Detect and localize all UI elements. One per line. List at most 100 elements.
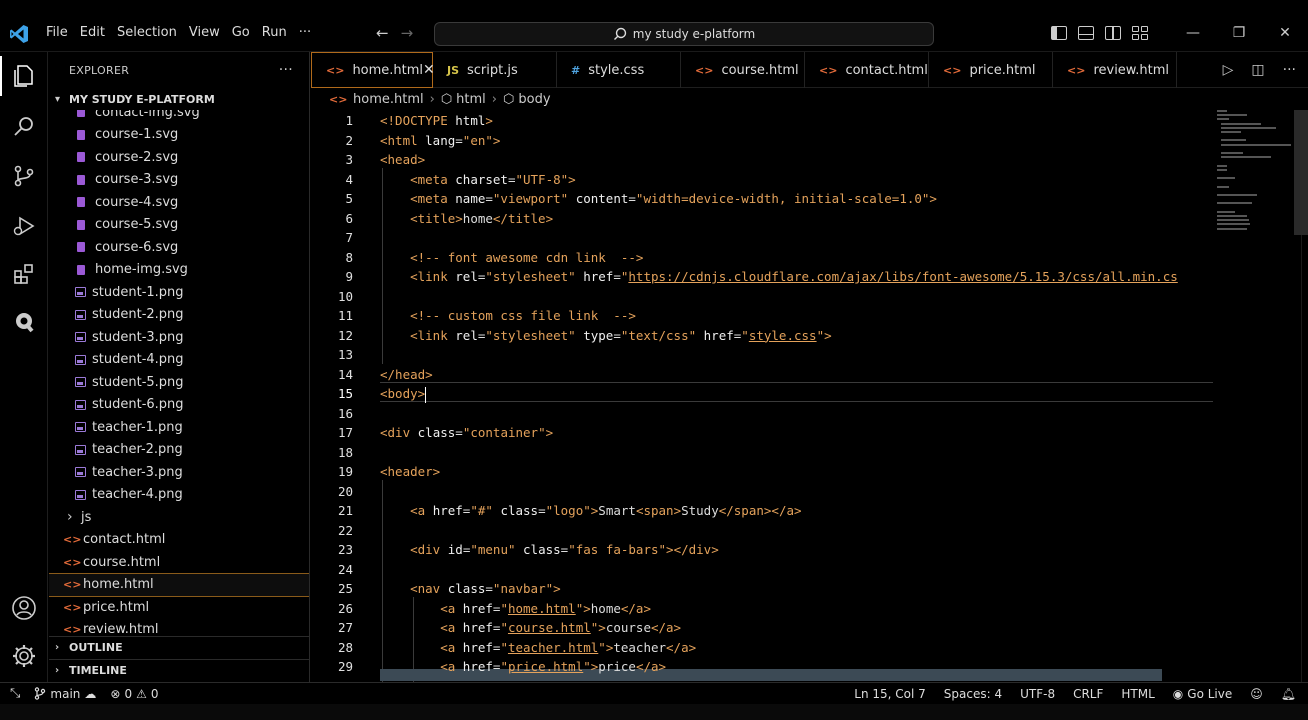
file-item[interactable]: teacher-3.png xyxy=(49,461,309,484)
folder-item[interactable]: › js xyxy=(49,506,309,529)
code-line[interactable]: 12 <link rel="stylesheet" type="text/css… xyxy=(311,326,1211,346)
code-line[interactable]: 15 <body> xyxy=(311,384,1211,404)
language-mode[interactable]: HTML xyxy=(1121,687,1154,701)
minimize-button[interactable]: — xyxy=(1170,18,1216,48)
command-center-search[interactable]: my study e-platform xyxy=(434,22,934,46)
code-line[interactable]: 29 <a href="price.html">price</a> xyxy=(311,657,1211,677)
code-line[interactable]: 23 <div id="menu" class="fas fa-bars"></… xyxy=(311,540,1211,560)
tab-contact-html[interactable]: <> contact.html xyxy=(805,52,929,88)
file-item[interactable]: course-6.svg xyxy=(49,236,309,259)
code-line[interactable]: 18 xyxy=(311,443,1211,463)
run-debug-icon[interactable] xyxy=(0,202,48,250)
run-play-icon[interactable]: ▷ xyxy=(1223,62,1234,78)
code-line[interactable]: 8 <!-- font awesome cdn link --> xyxy=(311,248,1211,268)
code-line[interactable]: 25 <nav class="navbar"> xyxy=(311,579,1211,599)
file-item[interactable]: student-3.png xyxy=(49,326,309,349)
file-item[interactable]: student-5.png xyxy=(49,371,309,394)
tab-script-js[interactable]: JS script.js xyxy=(433,52,557,88)
tab-home-html[interactable]: <> home.html ✕ xyxy=(311,52,435,88)
vertical-scrollbar[interactable] xyxy=(1294,110,1308,235)
settings-gear-icon[interactable] xyxy=(0,632,48,680)
accounts-icon[interactable] xyxy=(0,584,48,632)
breadcrumb-html[interactable]: html xyxy=(456,92,486,107)
menu-item-more[interactable]: ··· xyxy=(297,25,319,40)
code-line[interactable]: 5 <meta name="viewport" content="width=d… xyxy=(311,189,1211,209)
code-line[interactable]: 13 xyxy=(311,345,1211,365)
back-arrow-icon[interactable]: ← xyxy=(376,24,389,42)
file-item[interactable]: home-img.svg xyxy=(49,259,309,282)
file-item[interactable]: <> course.html xyxy=(49,551,309,574)
file-item[interactable]: student-1.png xyxy=(49,281,309,304)
tab-course-html[interactable]: <> course.html xyxy=(681,52,805,88)
outline-section[interactable]: › OUTLINE xyxy=(49,636,309,658)
close-window-button[interactable]: ✕ xyxy=(1262,18,1308,48)
customize-layout-icon[interactable] xyxy=(1132,26,1148,40)
feedback-icon[interactable]: ☺ xyxy=(1250,687,1263,701)
file-item[interactable]: <> home.html xyxy=(49,572,309,597)
project-folder-header[interactable]: ▾ MY STUDY E-PLATFORM xyxy=(49,88,309,110)
tab-review-html[interactable]: <> review.html xyxy=(1053,52,1177,88)
menu-item-go[interactable]: Go xyxy=(230,25,258,40)
file-item[interactable]: student-2.png xyxy=(49,304,309,327)
code-line[interactable]: 16 xyxy=(311,404,1211,424)
code-line[interactable]: 17 <div class="container"> xyxy=(311,423,1211,443)
code-line[interactable]: 27 <a href="course.html">course</a> xyxy=(311,618,1211,638)
file-item[interactable]: teacher-4.png xyxy=(49,484,309,507)
code-line[interactable]: 26 <a href="home.html">home</a> xyxy=(311,599,1211,619)
code-line[interactable]: 2 <html lang="en"> xyxy=(311,131,1211,151)
code-line[interactable]: 20 xyxy=(311,482,1211,502)
code-editor[interactable]: 1 <!DOCTYPE html> 2 <html lang="en"> 3 <head>… xyxy=(311,110,1308,682)
forward-arrow-icon[interactable]: → xyxy=(401,24,414,42)
file-item[interactable]: course-3.svg xyxy=(49,169,309,192)
menu-item-selection[interactable]: Selection xyxy=(115,25,185,40)
code-line[interactable]: 1 <!DOCTYPE html> xyxy=(311,111,1211,131)
more-actions-icon[interactable]: ··· xyxy=(1283,62,1296,78)
remote-icon[interactable]: ⤡ xyxy=(10,686,20,701)
tab-price-html[interactable]: <> price.html xyxy=(929,52,1053,88)
breadcrumb-body[interactable]: body xyxy=(518,92,550,107)
file-item[interactable]: student-4.png xyxy=(49,349,309,372)
explorer-icon[interactable] xyxy=(0,52,48,100)
code-line[interactable]: 24 xyxy=(311,560,1211,580)
toggle-panel-icon[interactable] xyxy=(1078,26,1094,40)
file-item[interactable]: contact-img.svg xyxy=(49,110,309,124)
file-item[interactable]: course-5.svg xyxy=(49,214,309,237)
split-editor-icon[interactable]: ◫ xyxy=(1251,62,1264,78)
code-line[interactable]: 28 <a href="teacher.html">teacher</a> xyxy=(311,638,1211,658)
restore-button[interactable]: ❐ xyxy=(1216,18,1262,48)
toggle-sidebar-icon[interactable] xyxy=(1051,26,1067,40)
file-item[interactable]: student-6.png xyxy=(49,394,309,417)
encoding[interactable]: UTF-8 xyxy=(1020,687,1055,701)
code-line[interactable]: 9 <link rel="stylesheet" href="https://c… xyxy=(311,267,1211,287)
code-line[interactable]: 10 xyxy=(311,287,1211,307)
code-line[interactable]: 7 xyxy=(311,228,1211,248)
code-line[interactable]: 19 <header> xyxy=(311,462,1211,482)
toggle-secondary-sidebar-icon[interactable] xyxy=(1105,26,1121,40)
end-of-line[interactable]: CRLF xyxy=(1073,687,1103,701)
file-item[interactable]: <> price.html xyxy=(49,596,309,619)
timeline-section[interactable]: › TIMELINE xyxy=(49,659,309,681)
code-line[interactable]: 21 <a href="#" class="logo">Smart<span>S… xyxy=(311,501,1211,521)
source-control-icon[interactable] xyxy=(0,152,48,200)
search-sidebar-icon[interactable] xyxy=(0,102,48,150)
notifications-bell-icon[interactable]: 🔔︎ xyxy=(1281,687,1296,701)
cursor-position[interactable]: Ln 15, Col 7 xyxy=(854,687,926,701)
code-line[interactable]: 6 <title>home</title> xyxy=(311,209,1211,229)
menu-item-edit[interactable]: Edit xyxy=(78,25,113,40)
indentation[interactable]: Spaces: 4 xyxy=(944,687,1002,701)
code-line[interactable]: 22 xyxy=(311,521,1211,541)
breadcrumb-file[interactable]: home.html xyxy=(353,92,424,107)
go-live-button[interactable]: ◉ Go Live xyxy=(1173,687,1232,701)
file-item[interactable]: course-1.svg xyxy=(49,124,309,147)
extension-q-icon[interactable] xyxy=(0,298,48,346)
file-item[interactable]: teacher-2.png xyxy=(49,439,309,462)
explorer-more-button[interactable]: ··· xyxy=(279,62,293,78)
code-line[interactable]: 11 <!-- custom css file link --> xyxy=(311,306,1211,326)
file-item[interactable]: <> contact.html xyxy=(49,529,309,552)
branch-indicator[interactable]: main ☁ xyxy=(34,687,96,701)
tab-style-css[interactable]: # style.css xyxy=(557,52,681,88)
menu-item-view[interactable]: View xyxy=(187,25,228,40)
file-item[interactable]: course-4.svg xyxy=(49,191,309,214)
file-item[interactable]: teacher-1.png xyxy=(49,416,309,439)
menu-item-run[interactable]: Run xyxy=(260,25,295,40)
